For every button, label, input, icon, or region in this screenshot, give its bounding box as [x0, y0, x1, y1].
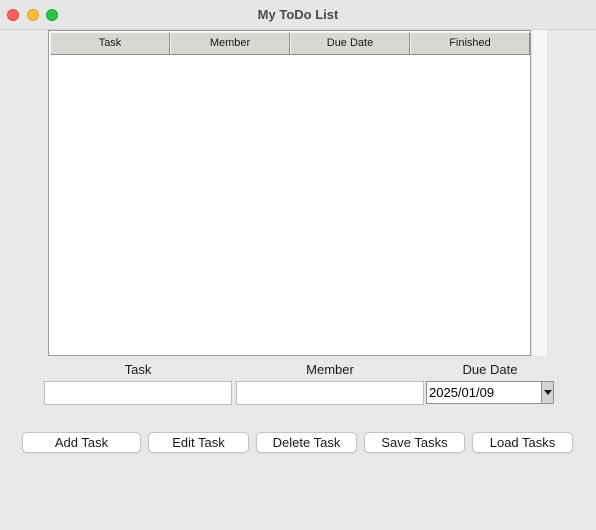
- table-scrollbar[interactable]: [532, 30, 547, 356]
- title-bar[interactable]: My ToDo List: [0, 0, 596, 30]
- member-input[interactable]: [236, 381, 424, 405]
- column-header-member[interactable]: Member: [170, 32, 290, 55]
- due-date-combobox[interactable]: 2025/01/09: [426, 381, 554, 404]
- column-header-finished[interactable]: Finished: [410, 32, 530, 55]
- member-label: Member: [306, 362, 354, 377]
- column-header-task[interactable]: Task: [50, 32, 170, 55]
- chevron-down-icon: [544, 390, 552, 395]
- task-input[interactable]: [44, 381, 232, 405]
- add-task-button[interactable]: Add Task: [22, 432, 141, 453]
- task-label: Task: [124, 362, 152, 377]
- edit-task-button[interactable]: Edit Task: [148, 432, 249, 453]
- due-date-label: Due Date: [462, 362, 518, 377]
- due-date-dropdown-button[interactable]: [541, 382, 553, 403]
- column-header-due-date[interactable]: Due Date: [290, 32, 410, 55]
- task-table[interactable]: Task Member Due Date Finished: [48, 30, 531, 356]
- delete-task-button[interactable]: Delete Task: [256, 432, 357, 453]
- window-title: My ToDo List: [257, 7, 339, 22]
- load-tasks-button[interactable]: Load Tasks: [472, 432, 573, 453]
- due-date-value[interactable]: 2025/01/09: [429, 385, 494, 400]
- app-window: My ToDo List Task Member Due Date Finish…: [0, 0, 596, 530]
- save-tasks-button[interactable]: Save Tasks: [364, 432, 465, 453]
